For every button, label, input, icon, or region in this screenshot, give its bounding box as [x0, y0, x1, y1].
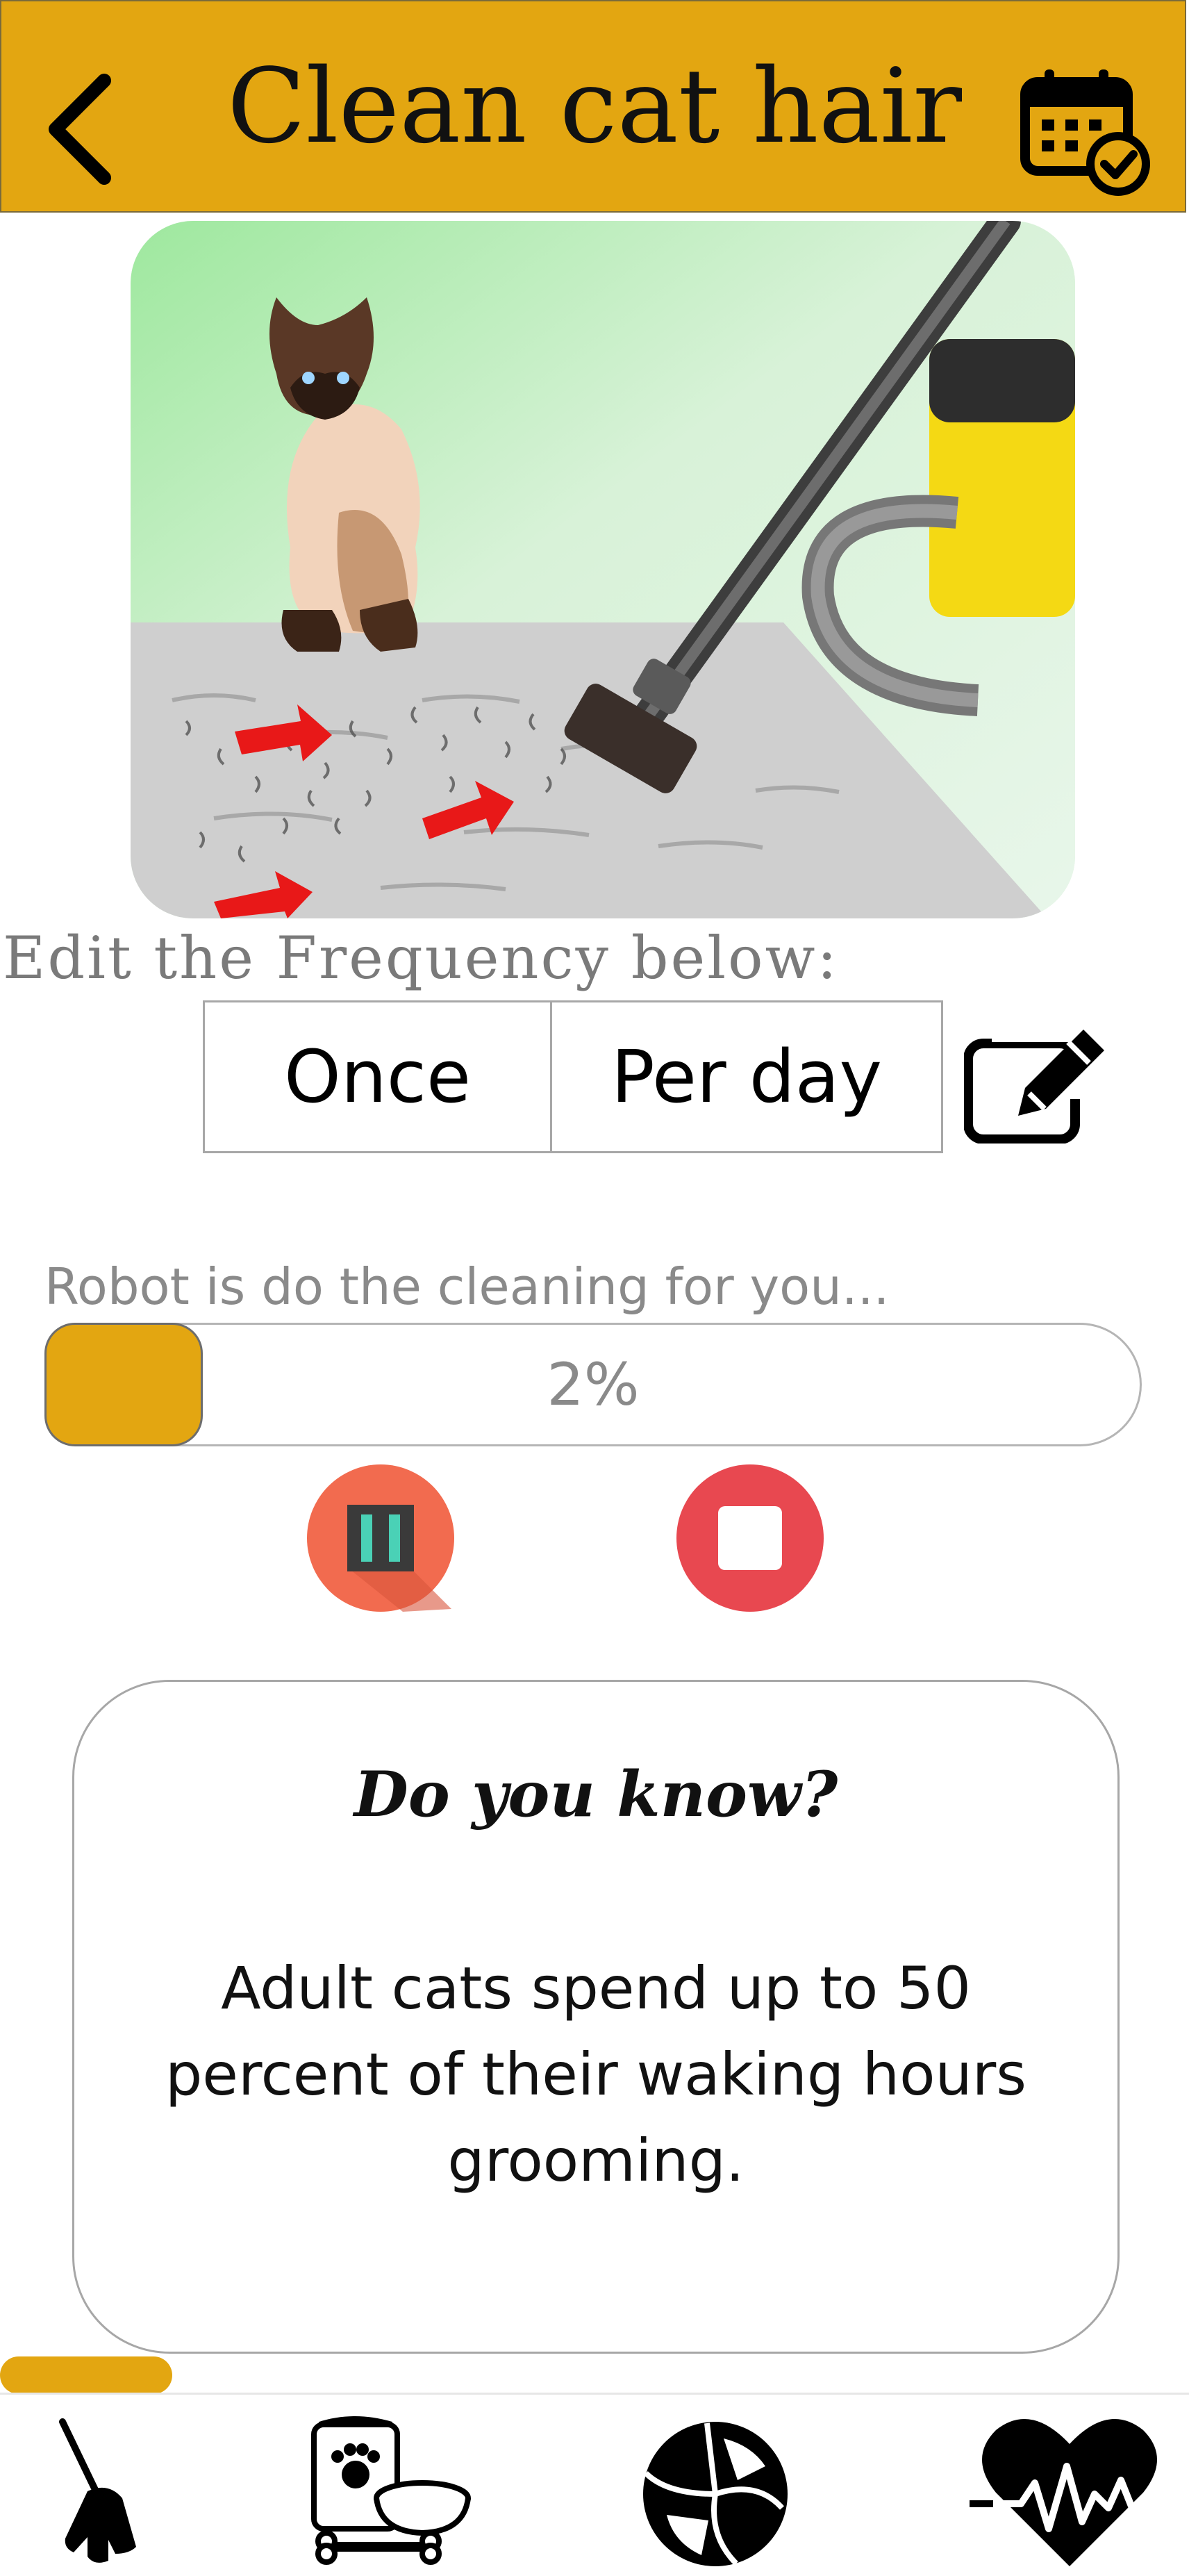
- nav-item-play[interactable]: [625, 2411, 806, 2573]
- edit-frequency-button[interactable]: [963, 1027, 1110, 1144]
- back-button[interactable]: [42, 67, 125, 192]
- nav-item-cleaning[interactable]: [21, 2411, 201, 2573]
- nav-divider: [0, 2393, 1189, 2395]
- frequency-count[interactable]: Once: [205, 1002, 552, 1151]
- heartbeat-icon: [970, 2419, 1170, 2566]
- edit-pencil-icon: [963, 1030, 1104, 1144]
- stop-button[interactable]: [675, 1463, 825, 1613]
- ball-icon: [643, 2422, 788, 2566]
- nav-item-food[interactable]: [299, 2411, 479, 2573]
- nav-item-health[interactable]: [965, 2411, 1174, 2573]
- stop-icon: [676, 1464, 824, 1612]
- chevron-left-icon: [49, 74, 111, 185]
- frequency-period[interactable]: Per day: [552, 1002, 941, 1151]
- calendar-check-icon: [1020, 69, 1150, 196]
- broom-icon: [59, 2418, 136, 2563]
- pause-button[interactable]: [306, 1463, 456, 1613]
- cat-vacuum-illustration: [131, 221, 1075, 918]
- calendar-button[interactable]: [1014, 61, 1153, 200]
- frequency-selector[interactable]: Once Per day: [203, 1000, 943, 1153]
- progress-label: 2%: [547, 1351, 640, 1419]
- fact-title: Do you know?: [354, 1758, 838, 1831]
- pause-icon: [307, 1464, 454, 1612]
- pet-food-icon: [311, 2416, 471, 2565]
- scroll-thumb[interactable]: [0, 2356, 172, 2394]
- robot-status-text: Robot is do the cleaning for you...: [44, 1257, 890, 1316]
- frequency-prompt: Edit the Frequency below:: [3, 924, 839, 992]
- fact-text: Adult cats spend up to 50 percent of the…: [165, 1954, 1027, 2195]
- header-bar: [0, 0, 1186, 213]
